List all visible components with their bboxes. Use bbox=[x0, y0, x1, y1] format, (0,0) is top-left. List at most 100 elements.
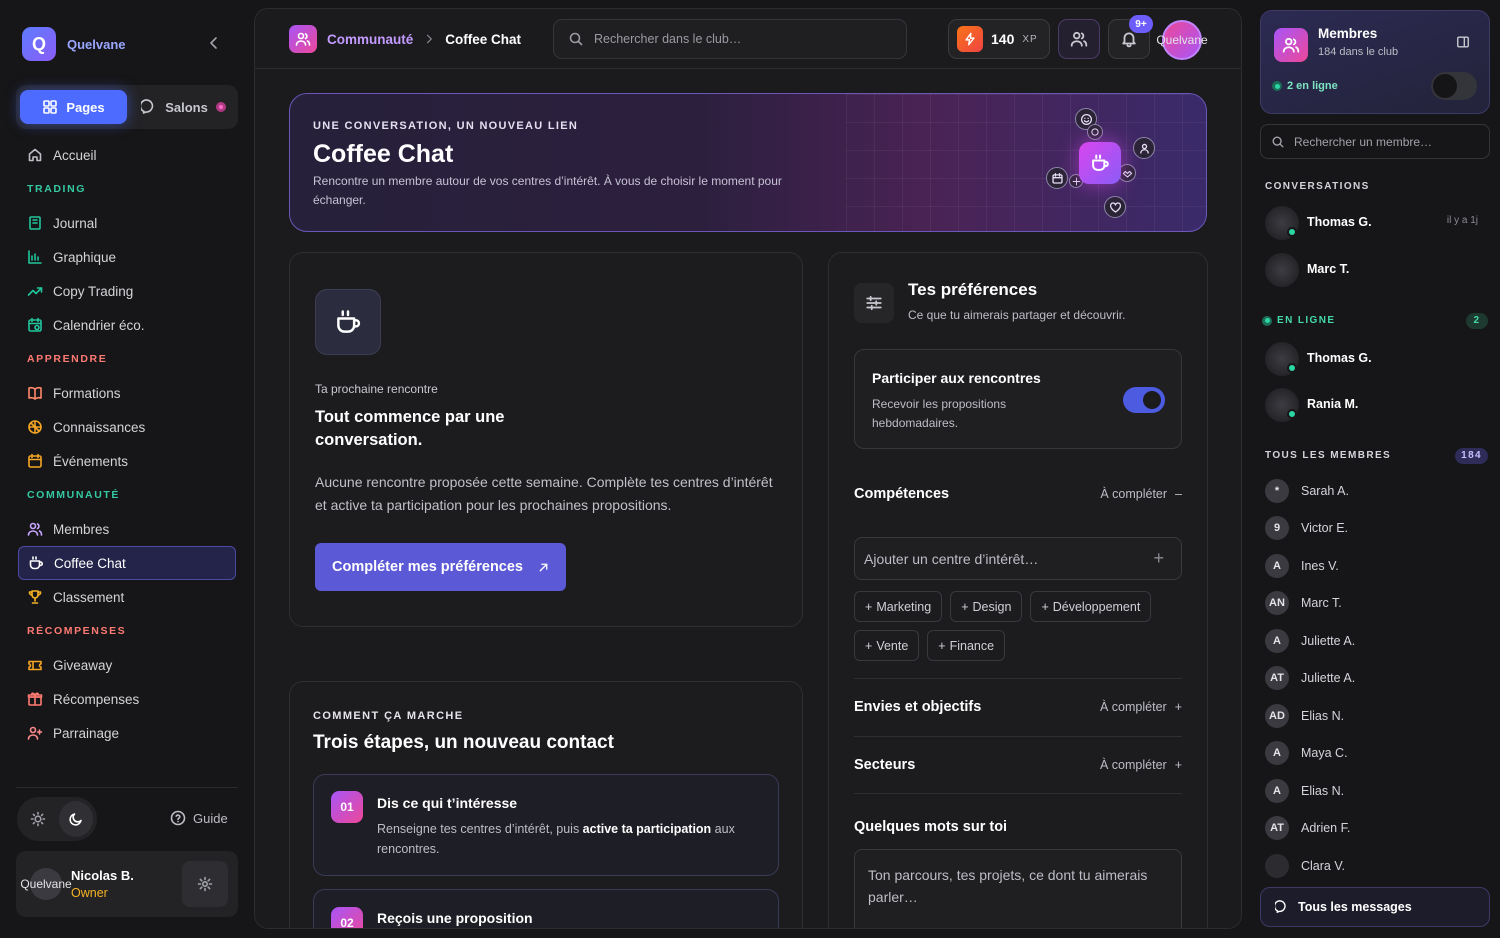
sliders-icon bbox=[854, 283, 894, 323]
sidebar-nav: Accueil TRADING Journal Graphique Copy T… bbox=[18, 138, 236, 750]
chip-vente[interactable]: + Vente bbox=[854, 630, 920, 661]
sidebar-item-parrainage[interactable]: Parrainage bbox=[18, 716, 236, 750]
sidebar-item-formations[interactable]: Formations bbox=[18, 376, 236, 410]
step-number: 02 bbox=[331, 907, 363, 928]
avatar[interactable]: Quelvane bbox=[1156, 20, 1208, 60]
member-item[interactable]: 9 Victor E. bbox=[1265, 514, 1490, 542]
moon-icon[interactable] bbox=[59, 801, 93, 837]
member-item[interactable]: * Sarah A. bbox=[1265, 477, 1490, 505]
interest-input[interactable]: Ajouter un centre d’intérêt… + bbox=[854, 537, 1182, 580]
chip-developpement[interactable]: + Développement bbox=[1030, 591, 1152, 622]
member-item[interactable]: A Maya C. bbox=[1265, 739, 1490, 767]
chip-design[interactable]: + Design bbox=[950, 591, 1023, 622]
sidebar-item-classement[interactable]: Classement bbox=[18, 580, 236, 614]
sidebar-item-connaissances[interactable]: Connaissances bbox=[18, 410, 236, 444]
tab-salons[interactable]: Salons bbox=[133, 90, 234, 124]
participation-title: Participer aux rencontres bbox=[872, 370, 1041, 386]
hero-banner: UNE CONVERSATION, UN NOUVEAU LIEN Coffee… bbox=[289, 93, 1207, 232]
settings-button[interactable] bbox=[182, 861, 228, 907]
member-item[interactable]: AT Adrien F. bbox=[1265, 814, 1490, 842]
sidebar-item-label: Copy Trading bbox=[53, 283, 134, 299]
member-item[interactable]: AD Elias N. bbox=[1265, 702, 1490, 730]
xp-counter[interactable]: 140 XP bbox=[948, 19, 1050, 59]
online-heading: EN LIGNE 2 bbox=[1262, 312, 1488, 329]
sidebar-item-giveaway[interactable]: Giveaway bbox=[18, 648, 236, 682]
search-icon bbox=[1272, 135, 1284, 148]
online-dot bbox=[1287, 409, 1297, 419]
member-item[interactable]: A Juliette A. bbox=[1265, 627, 1490, 655]
members-button[interactable] bbox=[1058, 19, 1100, 59]
member-item[interactable]: A Ines V. bbox=[1265, 552, 1490, 580]
section-trading: TRADING bbox=[27, 183, 87, 195]
notification-badge: 9+ bbox=[1129, 15, 1153, 33]
participation-toggle[interactable] bbox=[1123, 387, 1165, 413]
user-profile[interactable]: Quelvane Nicolas B. Owner bbox=[16, 851, 238, 917]
chevron-right-icon bbox=[423, 33, 435, 45]
member-item[interactable]: AN Marc T. bbox=[1265, 589, 1490, 617]
sidebar-item-label: Calendrier éco. bbox=[53, 317, 145, 333]
users-icon bbox=[1070, 31, 1088, 47]
sun-icon[interactable] bbox=[21, 801, 55, 837]
step-description: Renseigne tes centres d’intérêt, puis ac… bbox=[377, 822, 735, 856]
sidebar-item-recompenses[interactable]: Récompenses bbox=[18, 682, 236, 716]
member-item[interactable]: AT Juliette A. bbox=[1265, 664, 1490, 692]
plus-icon[interactable]: + bbox=[1153, 548, 1164, 569]
member-item[interactable]: A Elias N. bbox=[1265, 777, 1490, 805]
skills-row[interactable]: Compétences À compléter – bbox=[854, 486, 1182, 502]
collapse-sidebar-icon[interactable] bbox=[206, 35, 222, 51]
conversation-item[interactable]: Marc T. bbox=[1265, 252, 1490, 288]
complete-preferences-button[interactable]: Compléter mes préférences bbox=[315, 543, 566, 591]
brand[interactable]: Q Quelvane bbox=[22, 27, 126, 61]
sidebar-item-copy-trading[interactable]: Copy Trading bbox=[18, 274, 236, 308]
step-number: 01 bbox=[331, 791, 363, 823]
sidebar-item-accueil[interactable]: Accueil bbox=[18, 138, 236, 172]
users-icon bbox=[1274, 28, 1308, 62]
member-search-input[interactable]: Rechercher un membre… bbox=[1260, 124, 1490, 159]
online-member-item[interactable]: Rania M. bbox=[1265, 387, 1490, 423]
tab-salons-label: Salons bbox=[165, 99, 208, 115]
goals-row[interactable]: Envies et objectifs À compléter + bbox=[854, 699, 1182, 715]
panel-toggle-icon[interactable] bbox=[1456, 35, 1470, 49]
sidebar-item-label: Coffee Chat bbox=[54, 555, 126, 571]
sidebar-item-calendrier[interactable]: Calendrier éco. bbox=[18, 308, 236, 342]
bio-label: Quelques mots sur toi bbox=[854, 819, 1008, 835]
sidebar-item-journal[interactable]: Journal bbox=[18, 206, 236, 240]
step-title: Reçois une proposition bbox=[377, 910, 533, 926]
online-member-item[interactable]: Thomas G. bbox=[1265, 341, 1490, 377]
tab-pages[interactable]: Pages bbox=[20, 90, 127, 124]
user-plus-icon bbox=[27, 726, 43, 740]
brand-name: Quelvane bbox=[67, 36, 126, 52]
member-name: Maya C. bbox=[1301, 746, 1348, 760]
how-it-works-title: Trois étapes, un nouveau contact bbox=[313, 732, 614, 753]
sidebar-item-coffee-chat[interactable]: Coffee Chat bbox=[18, 546, 236, 580]
bio-textarea[interactable]: Ton parcours, tes projets, ce dont tu ai… bbox=[854, 849, 1182, 928]
conversation-time: il y a 1j bbox=[1446, 215, 1478, 226]
sidebar-item-evenements[interactable]: Événements bbox=[18, 444, 236, 478]
sectors-row[interactable]: Secteurs À compléter + bbox=[854, 757, 1182, 773]
guide-link[interactable]: Guide bbox=[170, 810, 228, 826]
sidebar-item-graphique[interactable]: Graphique bbox=[18, 240, 236, 274]
ticket-icon bbox=[28, 660, 42, 671]
chip-marketing[interactable]: + Marketing bbox=[854, 591, 943, 622]
sidebar-item-label: Accueil bbox=[53, 147, 97, 163]
avatar: A bbox=[1265, 741, 1289, 765]
member-item[interactable]: Clara V. bbox=[1265, 852, 1490, 880]
gift-icon bbox=[27, 692, 43, 706]
all-messages-button[interactable]: Tous les messages bbox=[1260, 887, 1490, 927]
online-toggle[interactable] bbox=[1431, 72, 1477, 100]
search-input[interactable]: Rechercher dans le club… bbox=[553, 19, 907, 59]
member-name: Marc T. bbox=[1301, 596, 1342, 610]
breadcrumb-communaute[interactable]: Communauté bbox=[327, 32, 413, 47]
avatar: A bbox=[1265, 629, 1289, 653]
skills-label: Compétences bbox=[854, 486, 950, 502]
chip-finance[interactable]: + Finance bbox=[927, 630, 1006, 661]
conversation-item[interactable]: Thomas G. il y a 1j bbox=[1265, 205, 1490, 241]
sidebar-item-membres[interactable]: Membres bbox=[18, 512, 236, 546]
sectors-label: Secteurs bbox=[854, 757, 916, 773]
guide-label: Guide bbox=[193, 810, 228, 826]
theme-switch bbox=[17, 797, 97, 841]
sectors-status: À compléter + bbox=[1099, 758, 1182, 772]
page-title: Coffee Chat bbox=[313, 140, 454, 168]
participation-box: Participer aux rencontres Recevoir les p… bbox=[854, 349, 1182, 449]
member-name: Elias N. bbox=[1301, 709, 1345, 723]
